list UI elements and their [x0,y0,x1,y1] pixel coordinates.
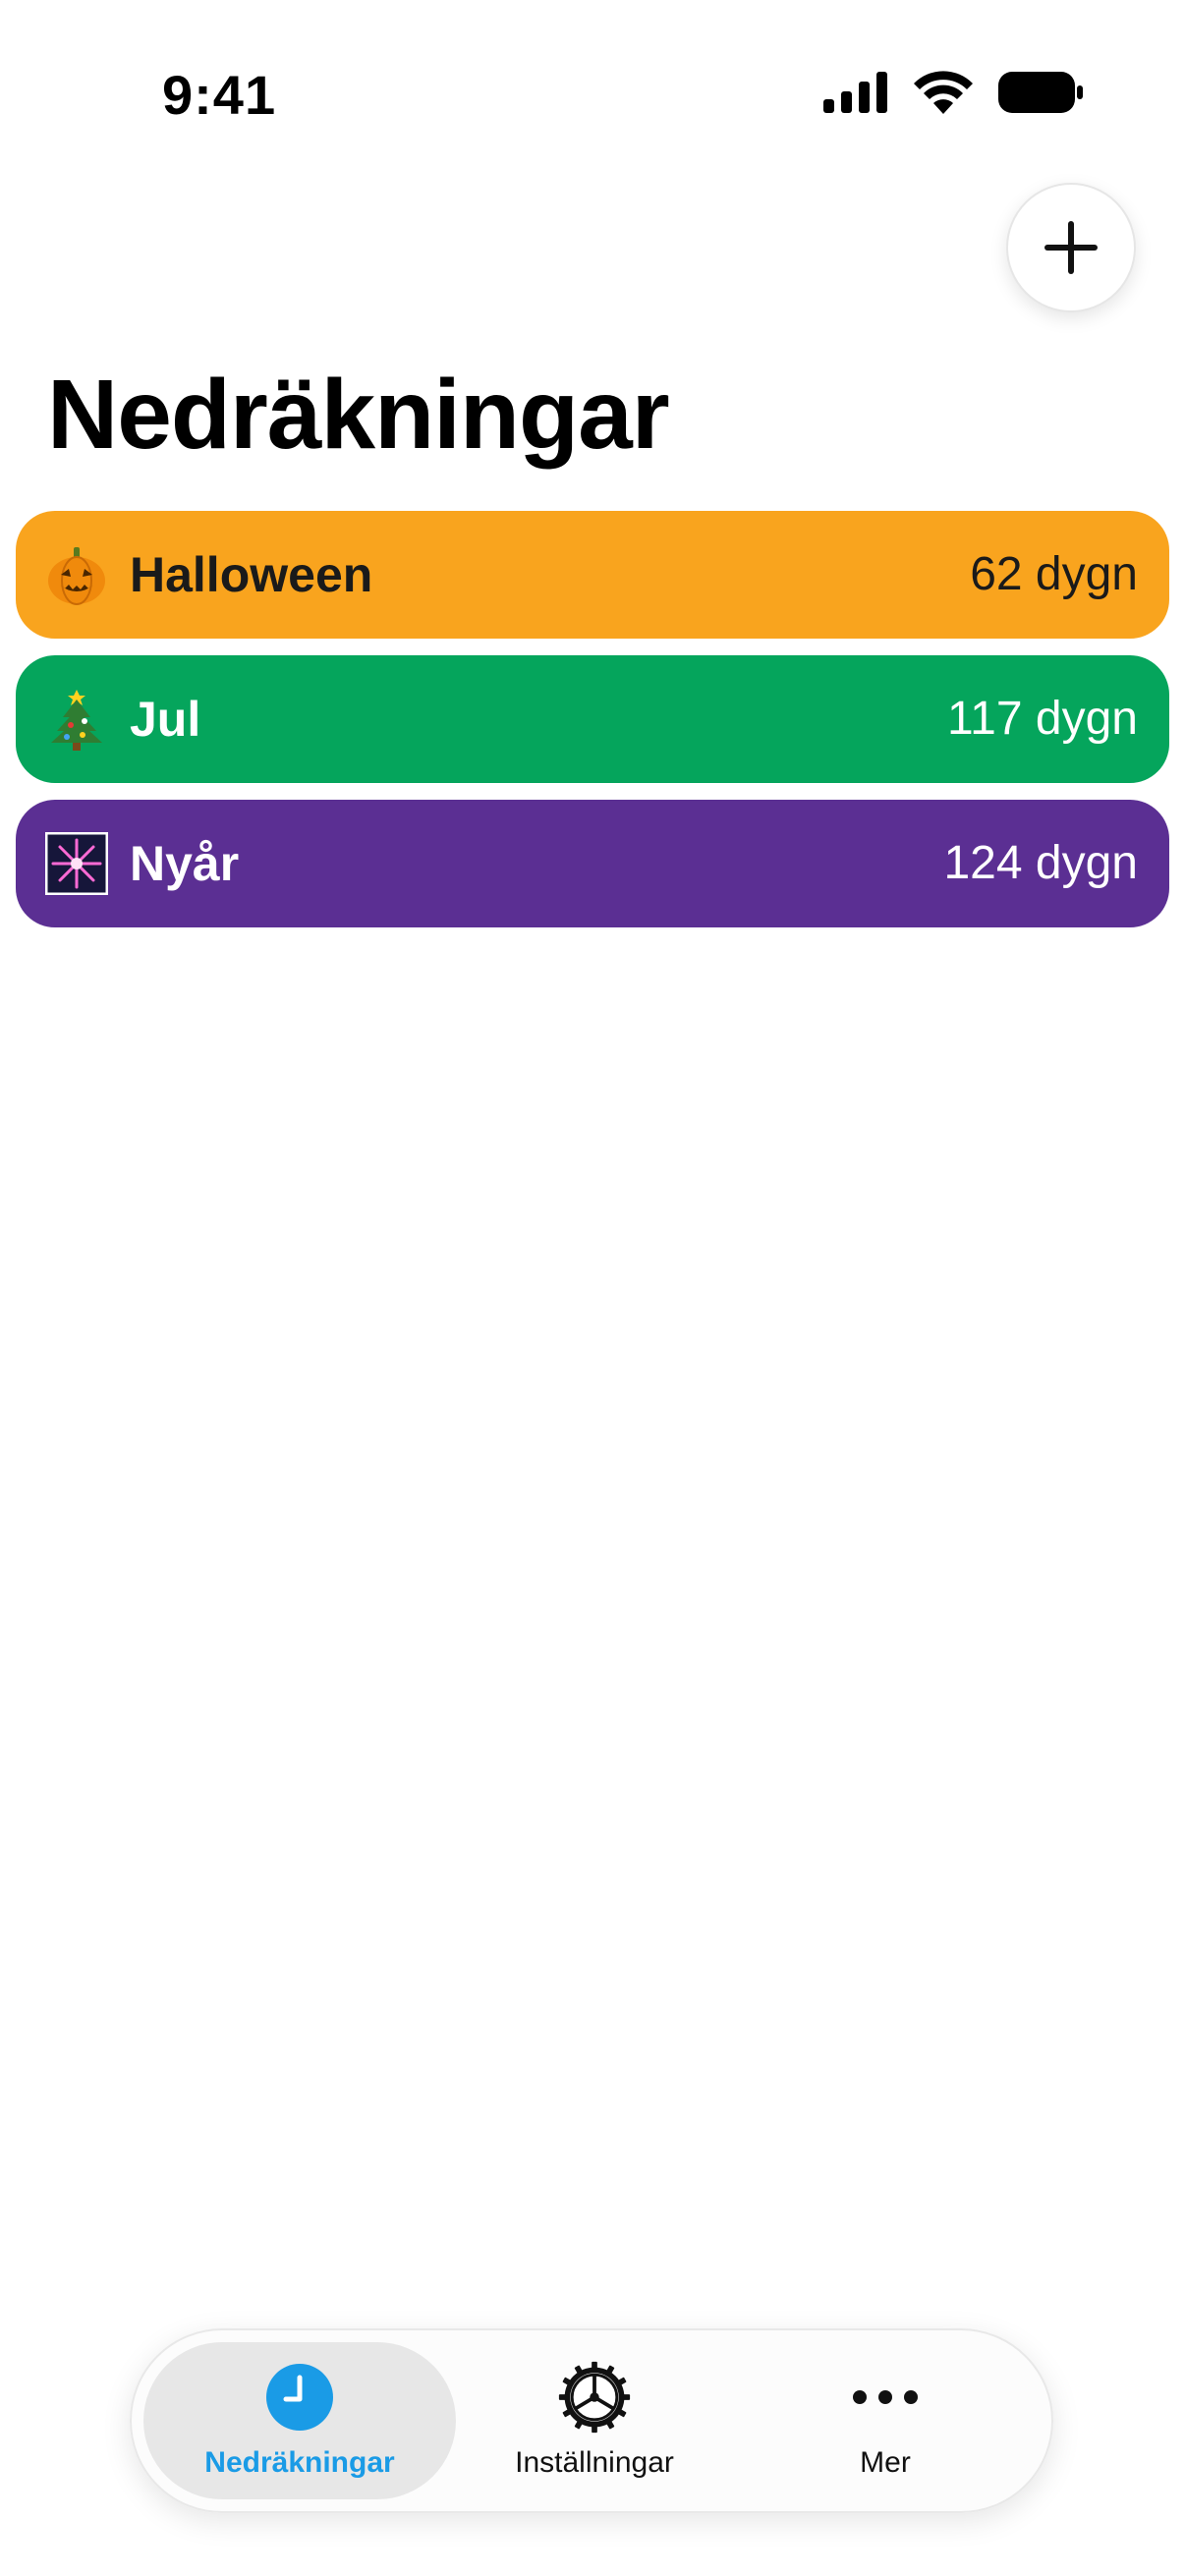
countdown-days: 117 dygn [947,693,1138,745]
add-countdown-button[interactable] [1006,183,1136,312]
countdown-item-halloween[interactable]: Halloween 62 dygn [16,511,1169,639]
cellular-signal-icon [823,72,887,113]
tab-label: Nedräkningar [204,2446,395,2479]
countdown-list: Halloween 62 dygn Jul 117 dygn Nyår 124 … [16,511,1169,944]
tab-label: Mer [860,2446,911,2479]
wifi-icon [914,71,973,114]
countdown-name: Halloween [130,547,373,602]
status-icons [823,71,1083,114]
screen: 9:41 Nedräkningar Halloween 62 dygn Jul … [0,0,1185,2576]
countdown-days: 62 dygn [970,548,1138,600]
status-bar: 9:41 [0,0,1185,187]
countdown-days: 124 dygn [943,837,1138,889]
tab-settings[interactable]: Inställningar [438,2342,751,2499]
countdown-item-nyar[interactable]: Nyår 124 dygn [16,800,1169,927]
countdown-name: Jul [130,692,201,747]
tab-more[interactable]: Mer [729,2342,1042,2499]
countdown-name: Nyår [130,836,240,891]
tab-bar: Nedräkningar Inställningar Mer [130,2328,1053,2513]
tab-countdowns[interactable]: Nedräkningar [143,2342,456,2499]
plus-icon [1044,221,1098,274]
jack-o-lantern-icon [45,543,108,606]
countdown-item-jul[interactable]: Jul 117 dygn [16,655,1169,783]
ellipsis-icon [848,2360,923,2435]
page-title: Nedräkningar [47,360,670,470]
battery-icon [998,72,1083,113]
gear-icon [557,2360,632,2435]
tab-label: Inställningar [515,2446,674,2479]
clock-icon [262,2360,337,2435]
fireworks-icon [45,832,108,895]
christmas-tree-icon [45,688,108,751]
status-time: 9:41 [162,64,277,126]
